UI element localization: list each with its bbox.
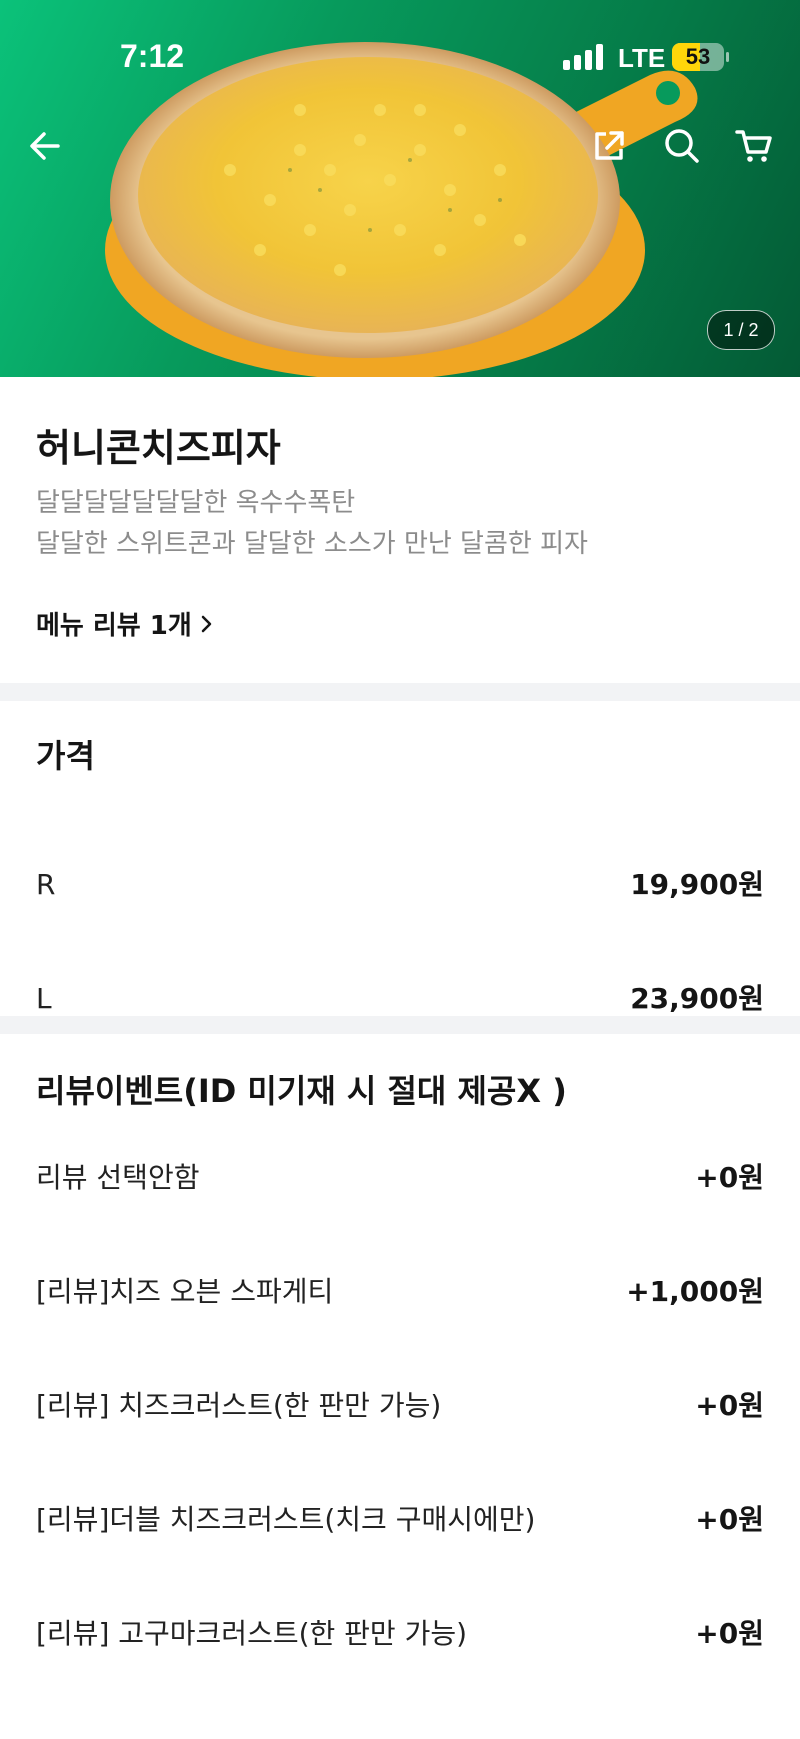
search-button[interactable] <box>654 118 710 174</box>
menu-review-label: 메뉴 리뷰 1개 <box>36 611 192 641</box>
status-bar: 7:12 LTE 53 <box>0 0 800 120</box>
review-option-price: +0원 <box>695 1503 764 1536</box>
image-page-counter: 1 / 2 <box>707 310 775 350</box>
price-option-label: R <box>36 868 56 901</box>
network-type: LTE <box>618 43 666 73</box>
search-icon <box>665 129 699 163</box>
review-option-row[interactable]: [리뷰] 고구마크러스트(한 판만 가능) +0원 <box>0 1594 800 1674</box>
price-section-title: 가격 <box>36 737 95 775</box>
review-option-label: [리뷰] 고구마크러스트(한 판만 가능) <box>36 1617 468 1650</box>
signal-icon <box>563 44 603 70</box>
review-option-row[interactable]: [리뷰]더블 치즈크러스트(치크 구매시에만) +0원 <box>0 1480 800 1560</box>
review-option-label: [리뷰] 치즈크러스트(한 판만 가능) <box>36 1389 442 1422</box>
review-option-price: +0원 <box>695 1161 764 1194</box>
menu-hero-image[interactable]: 7:12 LTE 53 1 / 2 <box>0 0 800 377</box>
price-option-row[interactable]: R 19,900원 <box>0 845 800 925</box>
status-time: 7:12 <box>120 38 185 74</box>
review-option-label: [리뷰]치즈 오븐 스파게티 <box>36 1275 334 1308</box>
menu-description-line: 달달한 스위트콘과 달달한 소스가 만난 달콤한 피자 <box>36 529 588 559</box>
battery-tip <box>726 52 729 62</box>
arrow-left-icon <box>30 132 60 160</box>
menu-description-line: 달달달달달달달한 옥수수폭탄 <box>36 488 356 518</box>
review-option-price: +1,000원 <box>626 1275 764 1308</box>
menu-description: 달달달달달달달한 옥수수폭탄 달달한 스위트콘과 달달한 소스가 만난 달콤한 … <box>36 483 588 565</box>
review-option-label: 리뷰 선택안함 <box>36 1161 200 1194</box>
battery-level: 53 <box>685 44 711 69</box>
share-icon <box>595 131 624 160</box>
price-option-price: 19,900원 <box>630 868 764 901</box>
chevron-right-icon <box>201 615 212 632</box>
cart-button[interactable] <box>726 118 782 174</box>
section-divider <box>0 683 800 701</box>
review-event-section: 리뷰이벤트(ID 미기재 시 절대 제공X ) 리뷰 선택안함 +0원 [리뷰]… <box>0 1034 800 1739</box>
review-option-price: +0원 <box>695 1617 764 1650</box>
review-option-label: [리뷰]더블 치즈크러스트(치크 구매시에만) <box>36 1503 536 1536</box>
review-option-price: +0원 <box>695 1389 764 1422</box>
price-section: 가격 R 19,900원 L 23,900원 <box>0 701 800 1016</box>
section-divider <box>0 1016 800 1034</box>
menu-info-section: 허니콘치즈피자 달달달달달달달한 옥수수폭탄 달달한 스위트콘과 달달한 소스가… <box>0 377 800 683</box>
cart-icon <box>735 130 772 162</box>
review-option-row[interactable]: [리뷰] 치즈크러스트(한 판만 가능) +0원 <box>0 1366 800 1446</box>
review-event-section-title: 리뷰이벤트(ID 미기재 시 절대 제공X ) <box>36 1072 567 1110</box>
menu-review-link[interactable]: 메뉴 리뷰 1개 <box>36 605 214 642</box>
menu-title: 허니콘치즈피자 <box>36 426 281 470</box>
review-option-row[interactable]: [리뷰]치즈 오븐 스파게티 +1,000원 <box>0 1252 800 1332</box>
review-option-row[interactable]: 리뷰 선택안함 +0원 <box>0 1138 800 1218</box>
battery-icon: 53 <box>672 43 724 71</box>
share-button[interactable] <box>581 118 637 174</box>
back-button[interactable] <box>17 118 73 174</box>
